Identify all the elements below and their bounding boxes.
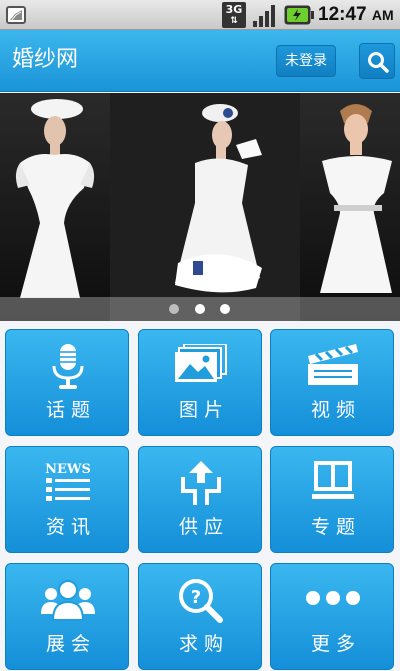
carousel-dot-active[interactable] [195,304,205,314]
battery-charging-icon [284,5,314,25]
menu-tile-more[interactable]: 更多 [270,563,394,670]
people-icon [41,580,95,621]
question-search-icon: ? [179,579,223,623]
menu-tile-label: 图片 [178,399,229,421]
app-title: 婚纱网 [12,47,79,72]
menu-tile-label: 资讯 [45,516,96,538]
carousel-dot[interactable] [169,304,179,314]
menu-tile-wanted[interactable]: ? 求购 [138,563,262,670]
clapperboard-icon [308,344,358,385]
menu-tile-special-topic[interactable]: 专题 [270,446,394,553]
notification-icon [6,6,26,24]
carousel-indicator [0,297,400,321]
news-icon-text: NEWS [45,462,91,477]
clock-ampm: AM [371,7,394,23]
pictures-icon [175,344,227,382]
menu-tile-topic-talk[interactable]: 话题 [5,329,129,436]
carousel-dot[interactable] [220,304,230,314]
menu-tile-supply[interactable]: 供应 [138,446,262,553]
menu-tile-label: 展会 [45,633,96,655]
menu-tile-label: 话题 [45,399,96,421]
menu-tile-label: 求购 [178,633,229,655]
signal-icon [253,5,275,27]
menu-tile-exhibition[interactable]: 展会 [5,563,129,670]
menu-tile-label: 专题 [310,516,361,538]
status-bar: 3G ⇅ 12:47 AM [0,0,400,30]
network-type: 3G [225,3,243,16]
clock-time: 12:47 [318,4,367,25]
more-icon [306,591,360,605]
app-header: 婚纱网 未登录 [0,30,400,92]
topic-icon [312,461,354,499]
menu-tile-label: 供应 [178,516,229,538]
menu-tile-label: 视频 [310,399,361,421]
menu-tile-news[interactable]: NEWS 资讯 [5,446,129,553]
data-arrows-icon: ⇅ [230,16,238,26]
menu-tile-pictures[interactable]: 图片 [138,329,262,436]
search-button[interactable] [359,43,395,79]
network-indicator: 3G ⇅ [222,2,246,28]
menu-grid: 话题 图片 视频 NEWS 资讯 供应 专题 展会 ? 求购 更多 [0,321,400,671]
menu-tile-video[interactable]: 视频 [270,329,394,436]
svg-text:?: ? [191,587,201,608]
supply-icon [181,461,221,505]
clock: 12:47 AM [318,4,394,26]
login-button[interactable]: 未登录 [276,45,336,77]
banner-carousel[interactable] [0,93,400,321]
news-icon: NEWS [45,462,91,501]
banner-image [0,93,400,321]
microphone-icon [52,344,84,389]
search-icon [368,52,389,73]
menu-tile-label: 更多 [310,633,361,655]
